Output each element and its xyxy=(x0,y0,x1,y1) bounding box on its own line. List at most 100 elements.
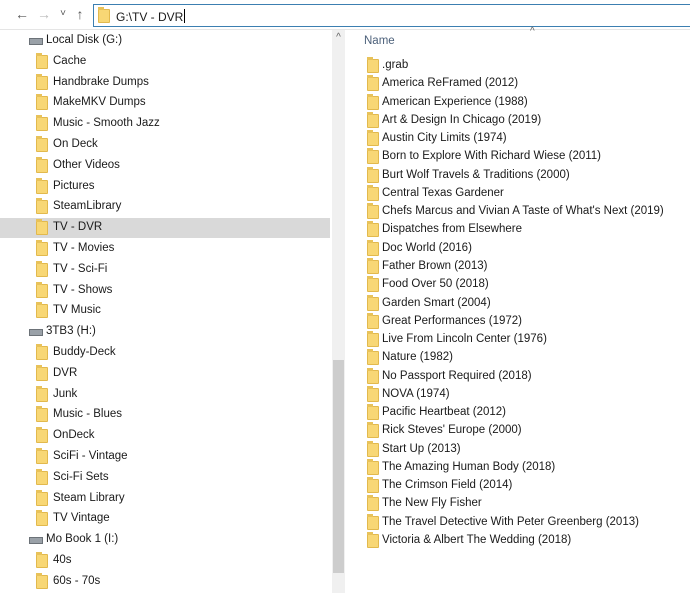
folder-icon xyxy=(367,385,379,402)
file-list-item[interactable]: Father Brown (2013) xyxy=(364,257,684,276)
file-list-item[interactable]: No Passport Required (2018) xyxy=(364,367,684,386)
file-list-item[interactable]: American Experience (1988) xyxy=(364,93,684,112)
nav-folder-item[interactable]: 40s xyxy=(0,551,330,571)
folder-icon xyxy=(36,73,48,90)
file-list-item[interactable]: Nature (1982) xyxy=(364,349,684,367)
file-list-item[interactable]: Victoria & Albert The Wedding (2018) xyxy=(364,532,684,550)
file-list-item[interactable]: America ReFramed (2012) xyxy=(364,75,684,93)
drive-icon xyxy=(29,329,43,337)
nav-folder-item[interactable]: Other Videos xyxy=(0,156,330,176)
file-list-item[interactable]: Doc World (2016) xyxy=(364,239,684,258)
nav-folder-item[interactable]: On Deck xyxy=(0,135,330,155)
nav-item-label: Music - Blues xyxy=(53,408,123,421)
nav-folder-item[interactable]: TV - DVR xyxy=(0,218,330,239)
file-list-item[interactable]: Pacific Heartbeat (2012) xyxy=(364,404,684,422)
up-button[interactable]: ↑ xyxy=(72,6,88,22)
nav-folder-item[interactable]: MakeMKV Dumps xyxy=(0,93,330,113)
nav-item-label: Other Videos xyxy=(53,158,120,171)
file-list-item[interactable]: Great Performances (1972) xyxy=(364,312,684,331)
file-list-item[interactable]: Start Up (2013) xyxy=(364,440,684,459)
folder-icon xyxy=(36,364,48,381)
folder-icon xyxy=(36,510,48,527)
file-list-item[interactable]: .grab xyxy=(364,57,684,75)
nav-folder-item[interactable]: SciFi - Vintage xyxy=(0,447,330,467)
file-list-item[interactable]: The Crimson Field (2014) xyxy=(364,477,684,495)
folder-icon xyxy=(367,130,379,147)
column-header-name[interactable]: Name xyxy=(364,35,395,47)
folder-icon xyxy=(367,184,379,201)
nav-drive-item[interactable]: Local Disk (G:) xyxy=(0,31,330,51)
folder-icon xyxy=(36,302,48,319)
folder-icon xyxy=(36,94,48,111)
nav-folder-item[interactable]: Steam Library xyxy=(0,489,330,509)
nav-drive-item[interactable]: Mo Book 1 (I:) xyxy=(0,530,330,550)
back-button[interactable]: ← xyxy=(14,6,30,22)
file-name: .grab xyxy=(382,59,409,71)
nav-folder-item[interactable]: TV - Shows xyxy=(0,281,330,301)
file-list-item[interactable]: Dispatches from Elsewhere xyxy=(364,221,684,239)
file-list-item[interactable]: Art & Design In Chicago (2019) xyxy=(364,111,684,130)
nav-folder-item[interactable]: Music - Blues xyxy=(0,405,330,425)
file-list-item[interactable]: The New Fly Fisher xyxy=(364,495,684,513)
nav-folder-item[interactable]: Handbrake Dumps xyxy=(0,73,330,93)
nav-folder-item[interactable]: 60s - 70s xyxy=(0,572,330,592)
address-bar[interactable]: G:\TV - DVR xyxy=(93,4,690,27)
nav-folder-item[interactable]: TV - Sci-Fi xyxy=(0,260,330,280)
file-name: Art & Design In Chicago (2019) xyxy=(382,113,542,126)
file-list-item[interactable]: Live From Lincoln Center (1976) xyxy=(364,331,684,349)
file-name: Nature (1982) xyxy=(382,351,453,364)
file-list-item[interactable]: Burt Wolf Travels & Traditions (2000) xyxy=(364,166,684,185)
scroll-up-arrow[interactable]: ^ xyxy=(332,32,345,43)
nav-item-label: On Deck xyxy=(53,138,98,150)
nav-folder-item[interactable]: Sci-Fi Sets xyxy=(0,468,330,488)
folder-icon xyxy=(36,136,48,152)
folder-icon xyxy=(36,385,48,402)
file-list-item[interactable]: The Amazing Human Body (2018) xyxy=(364,458,684,477)
address-input[interactable]: G:\TV - DVR xyxy=(116,9,186,24)
nav-folder-item[interactable]: Cache xyxy=(0,52,330,72)
folder-icon xyxy=(367,404,379,421)
file-list-item[interactable]: Garden Smart (2004) xyxy=(364,294,684,313)
nav-folder-item[interactable]: TV - Movies xyxy=(0,239,330,259)
nav-folder-item[interactable]: Pictures xyxy=(0,177,330,197)
address-path: G:\TV - DVR xyxy=(116,10,184,24)
nav-drive-item[interactable]: 3TB3 (H:) xyxy=(0,322,330,342)
nav-folder-item[interactable]: SteamLibrary xyxy=(0,197,330,217)
file-list-item[interactable]: Austin City Limits (1974) xyxy=(364,130,684,148)
scrollbar-thumb[interactable] xyxy=(333,360,344,573)
nav-item-label: Mo Book 1 (I:) xyxy=(46,533,119,546)
file-list-item[interactable]: NOVA (1974) xyxy=(364,385,684,404)
file-name: Food Over 50 (2018) xyxy=(382,278,489,291)
folder-icon xyxy=(367,422,379,439)
nav-scrollbar[interactable]: ^ xyxy=(332,30,345,593)
file-list-item[interactable]: The Travel Detective With Peter Greenber… xyxy=(364,513,684,532)
nav-folder-item[interactable]: OnDeck xyxy=(0,426,330,446)
nav-folder-item[interactable]: Junk xyxy=(0,385,330,405)
nav-item-label: TV Music xyxy=(53,304,101,317)
file-name: Father Brown (2013) xyxy=(382,259,488,272)
nav-item-label: Local Disk (G:) xyxy=(46,34,123,46)
file-list-item[interactable]: Rick Steves' Europe (2000) xyxy=(364,422,684,440)
folder-icon xyxy=(36,572,48,589)
folder-icon xyxy=(367,349,379,366)
folder-icon xyxy=(367,221,379,238)
folder-icon xyxy=(36,427,48,444)
nav-folder-item[interactable]: Buddy-Deck xyxy=(0,343,330,363)
file-name: America ReFramed (2012) xyxy=(382,77,519,90)
folder-icon xyxy=(367,93,379,110)
nav-folder-item[interactable]: TV Vintage xyxy=(0,509,330,529)
file-list-item[interactable]: Born to Explore With Richard Wiese (2011… xyxy=(364,148,684,166)
file-list-item[interactable]: Food Over 50 (2018) xyxy=(364,276,684,294)
nav-item-label: Junk xyxy=(53,387,78,400)
file-name: No Passport Required (2018) xyxy=(382,369,532,382)
nav-folder-item[interactable]: Music - Smooth Jazz xyxy=(0,114,330,134)
recent-locations-button[interactable]: ˅ xyxy=(55,8,71,19)
nav-folder-item[interactable]: TV Music xyxy=(0,301,330,321)
folder-icon xyxy=(36,344,48,360)
forward-button[interactable]: → xyxy=(36,6,52,22)
file-list-item[interactable]: Central Texas Gardener xyxy=(364,184,684,203)
folder-icon xyxy=(367,203,379,220)
folder-icon xyxy=(367,331,379,348)
file-list-item[interactable]: Chefs Marcus and Vivian A Taste of What'… xyxy=(364,203,684,221)
nav-folder-item[interactable]: DVR xyxy=(0,364,330,384)
